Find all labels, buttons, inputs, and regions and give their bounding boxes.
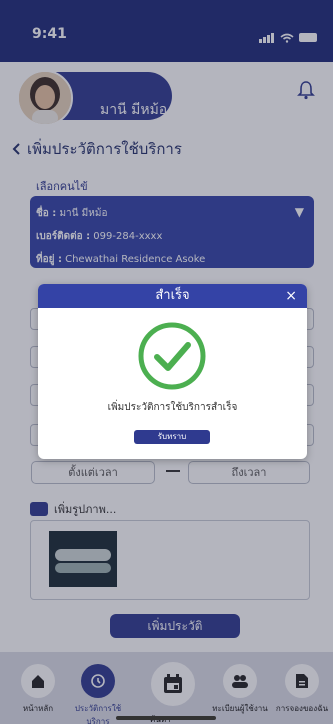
app-screen: 9:41 มานี มีหม้อ เพิ่มประวัติการใช้บริกา… [0, 0, 333, 724]
success-modal: สำเร็จ × เพิ่มประวัติการใช้บริการสำเร็จ … [38, 284, 307, 459]
home-indicator [116, 716, 216, 720]
modal-title: สำเร็จ [155, 288, 190, 303]
modal-header: สำเร็จ × [38, 284, 307, 308]
acknowledge-button[interactable]: รับทราบ [134, 430, 210, 444]
success-check-icon [138, 322, 206, 390]
close-icon[interactable]: × [285, 284, 297, 308]
modal-message: เพิ่มประวัติการใช้บริการสำเร็จ [107, 402, 238, 413]
